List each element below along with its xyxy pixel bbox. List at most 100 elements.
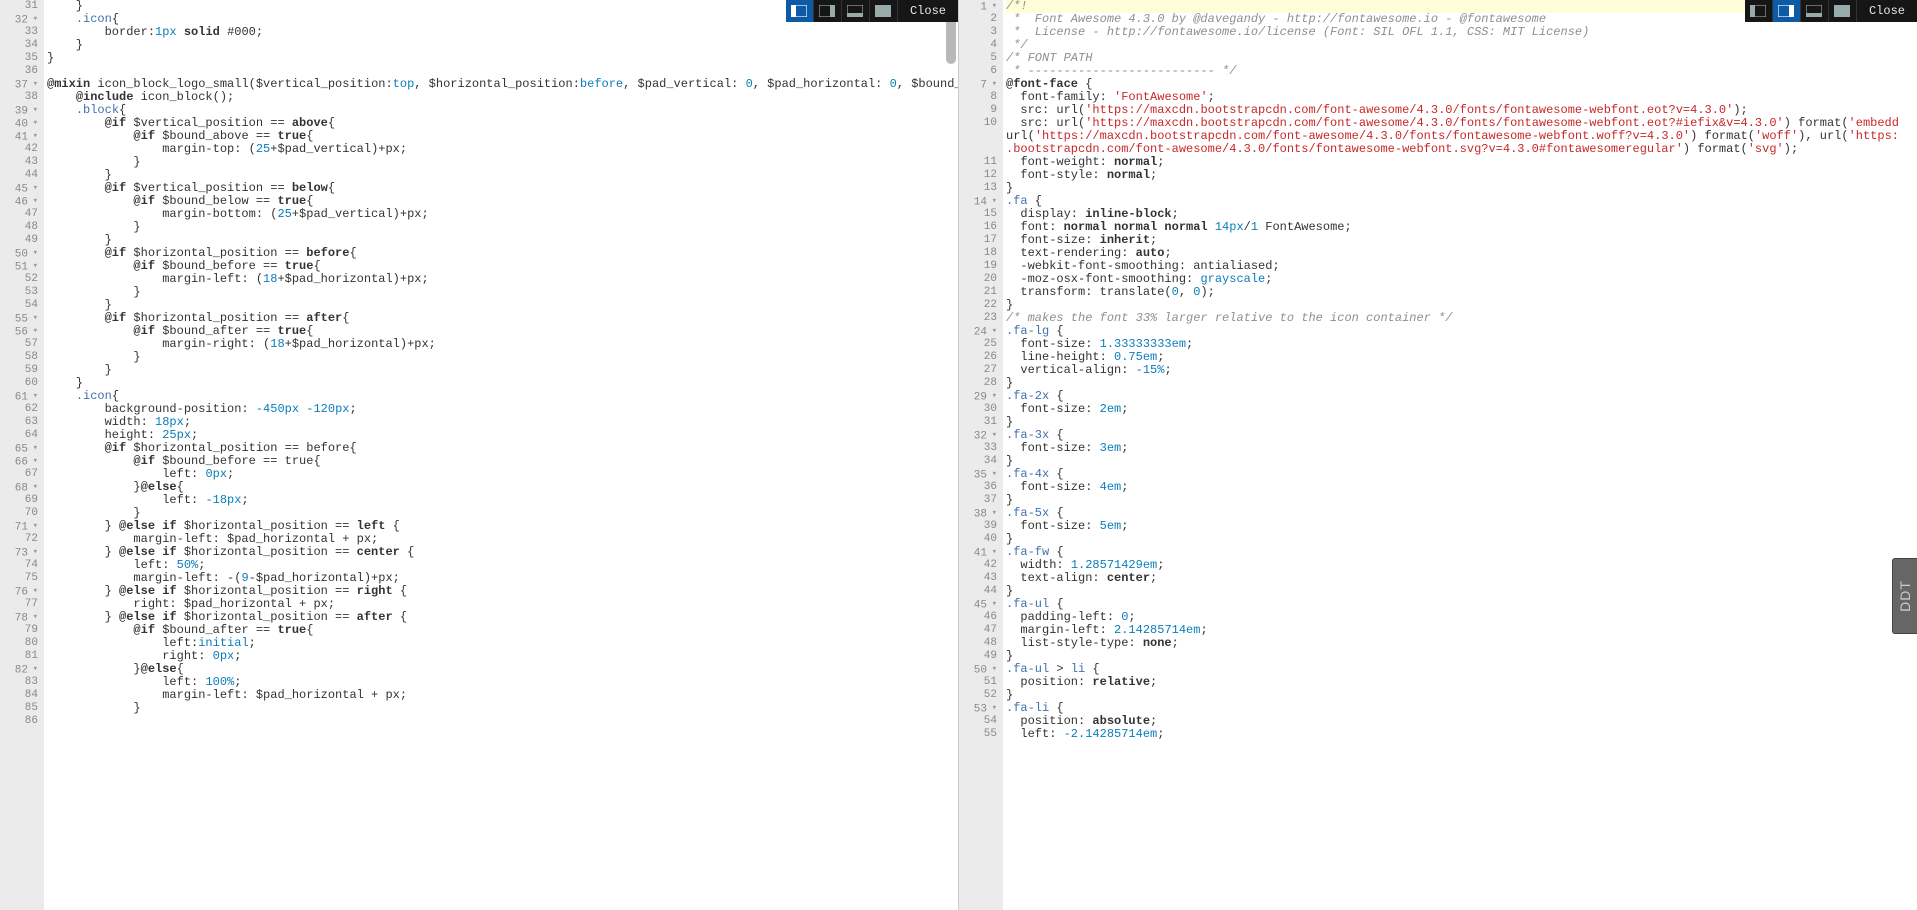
line-number: 40▾ (0, 117, 38, 130)
line-number: 35▾ (959, 468, 997, 481)
line-number: 26 (959, 351, 997, 364)
line-number: 66▾ (0, 455, 38, 468)
code-line[interactable]: margin-left: (18+$pad_horizontal)+px; (47, 273, 958, 286)
line-number: 48 (959, 637, 997, 650)
code-line[interactable]: } (1006, 455, 1917, 468)
line-number: 56▾ (0, 325, 38, 338)
layout-left-icon[interactable] (786, 0, 814, 22)
line-number: 82▾ (0, 663, 38, 676)
code-line[interactable]: } (1006, 585, 1917, 598)
line-number: 40 (959, 533, 997, 546)
line-number: 24▾ (959, 325, 997, 338)
left-close-button[interactable]: Close (898, 4, 958, 18)
code-line[interactable]: font-size: 5em; (1006, 520, 1917, 533)
code-line[interactable]: } (1006, 182, 1917, 195)
line-number: 38▾ (959, 507, 997, 520)
code-line[interactable]: left: -18px; (47, 494, 958, 507)
line-number: 58 (0, 351, 38, 364)
left-gutter: 3132▾3334353637▾3839▾40▾41▾42434445▾46▾4… (0, 0, 44, 910)
code-line[interactable]: margin-left: $pad_horizontal + px; (47, 689, 958, 702)
code-line[interactable]: } (47, 39, 958, 52)
line-number: 72 (0, 533, 38, 546)
line-number: 32▾ (959, 429, 997, 442)
code-line[interactable]: } (47, 286, 958, 299)
split-view: Close 3132▾3334353637▾3839▾40▾41▾4243444… (0, 0, 1917, 910)
line-number: 50▾ (959, 663, 997, 676)
right-close-button[interactable]: Close (1857, 4, 1917, 18)
line-number: 86 (0, 715, 38, 728)
code-line[interactable]: .fa-3x { (1006, 429, 1917, 442)
code-line[interactable]: } (1006, 377, 1917, 390)
line-number: 34 (0, 39, 38, 52)
code-line[interactable]: } (47, 156, 958, 169)
line-number: 13 (959, 182, 997, 195)
code-line[interactable]: font-size: 2em; (1006, 403, 1917, 416)
code-line[interactable]: font-style: normal; (1006, 169, 1917, 182)
line-number: 84 (0, 689, 38, 702)
code-line[interactable]: font-size: 4em; (1006, 481, 1917, 494)
code-line[interactable]: .fa-5x { (1006, 507, 1917, 520)
code-line[interactable]: margin-top: (25+$pad_vertical)+px; (47, 143, 958, 156)
code-line[interactable]: } (1006, 650, 1917, 663)
code-line[interactable]: * -------------------------- */ (1006, 65, 1917, 78)
line-number: 23 (959, 312, 997, 325)
code-line[interactable]: } (47, 377, 958, 390)
code-line[interactable]: font-size: 3em; (1006, 442, 1917, 455)
code-line[interactable]: } (1006, 689, 1917, 702)
line-number: 30 (959, 403, 997, 416)
code-line[interactable]: * License - http://fontawesome.io/licens… (1006, 26, 1917, 39)
left-code-area[interactable]: } .icon{ border:1px solid #000; }} @mixi… (44, 0, 958, 910)
code-line[interactable]: .fa-4x { (1006, 468, 1917, 481)
code-line[interactable]: */ (1006, 39, 1917, 52)
layout-bottom-icon[interactable] (842, 0, 870, 22)
line-number: 6 (959, 65, 997, 78)
line-number: 15 (959, 208, 997, 221)
layout-right-icon[interactable] (814, 0, 842, 22)
code-line[interactable]: @include icon_block(); (47, 91, 958, 104)
code-line[interactable]: } (1006, 494, 1917, 507)
code-line[interactable]: position: relative; (1006, 676, 1917, 689)
code-line[interactable]: left: -2.14285714em; (1006, 728, 1917, 741)
code-line[interactable]: } (47, 351, 958, 364)
line-number: 60 (0, 377, 38, 390)
code-line[interactable]: } (47, 364, 958, 377)
code-line[interactable]: .fa-2x { (1006, 390, 1917, 403)
code-line[interactable]: margin-bottom: (25+$pad_vertical)+px; (47, 208, 958, 221)
layout-full-icon[interactable] (870, 0, 898, 22)
code-line[interactable]: transform: translate(0, 0); (1006, 286, 1917, 299)
right-code-area[interactable]: /*! * Font Awesome 4.3.0 by @davegandy -… (1003, 0, 1917, 910)
line-number: 28 (959, 377, 997, 390)
left-editor-pane: Close 3132▾3334353637▾3839▾40▾41▾4243444… (0, 0, 959, 910)
line-number: 14▾ (959, 195, 997, 208)
code-line[interactable]: list-style-type: none; (1006, 637, 1917, 650)
code-line[interactable]: margin-right: (18+$pad_horizontal)+px; (47, 338, 958, 351)
line-number: 25 (959, 338, 997, 351)
code-line[interactable]: /* makes the font 33% larger relative to… (1006, 312, 1917, 325)
code-line[interactable]: } (47, 702, 958, 715)
line-number: 27 (959, 364, 997, 377)
code-line[interactable]: } (47, 52, 958, 65)
code-line[interactable]: .fa-ul { (1006, 598, 1917, 611)
code-line[interactable]: } (47, 221, 958, 234)
line-number: 2 (959, 13, 997, 26)
code-line[interactable]: text-align: center; (1006, 572, 1917, 585)
ddt-tab[interactable]: DDT (1892, 558, 1917, 634)
code-line[interactable] (47, 715, 958, 728)
layout-full-icon[interactable] (1829, 0, 1857, 22)
layout-bottom-icon[interactable] (1801, 0, 1829, 22)
line-number: 18 (959, 247, 997, 260)
line-number: 53▾ (959, 702, 997, 715)
code-line[interactable]: vertical-align: -15%; (1006, 364, 1917, 377)
line-number: 8 (959, 91, 997, 104)
code-line[interactable]: } (1006, 416, 1917, 429)
line-number: 51 (959, 676, 997, 689)
line-number: 70 (0, 507, 38, 520)
line-number: 50▾ (0, 247, 38, 260)
layout-right-icon[interactable] (1773, 0, 1801, 22)
code-line[interactable]: border:1px solid #000; (47, 26, 958, 39)
right-gutter: 1▾234567▾8910 11121314▾15161718192021222… (959, 0, 1003, 910)
layout-left-icon[interactable] (1745, 0, 1773, 22)
code-line[interactable]: } (1006, 533, 1917, 546)
left-scrollbar[interactable] (946, 0, 956, 910)
line-number: 45▾ (0, 182, 38, 195)
